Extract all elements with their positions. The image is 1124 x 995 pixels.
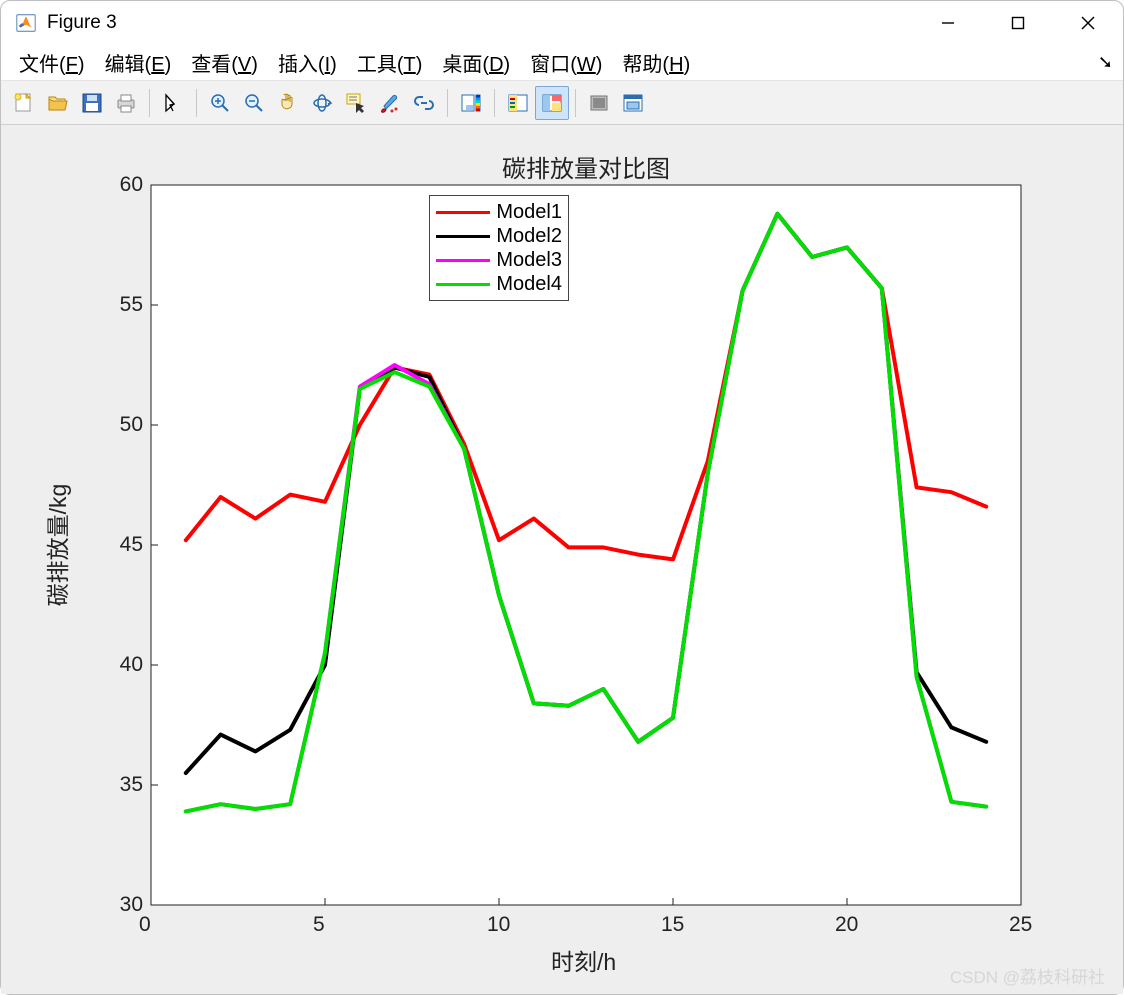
toolbar-open[interactable] (41, 86, 75, 120)
menu-i[interactable]: 插入(I) (268, 44, 347, 81)
legend-entry[interactable]: Model3 (436, 248, 562, 272)
toolbar-pan[interactable] (271, 86, 305, 120)
legend-entry[interactable]: Model2 (436, 224, 562, 248)
toolbar-brush[interactable] (373, 86, 407, 120)
ytick-label: 60 (109, 173, 143, 197)
legend-entry[interactable]: Model1 (436, 200, 562, 224)
xtick-label: 5 (313, 913, 325, 937)
watermark: CSDN @荔枝科研社 (950, 963, 1105, 988)
toolbar-save[interactable] (75, 86, 109, 120)
toolbar-zoom-out[interactable] (237, 86, 271, 120)
toolbar-edit-plot[interactable] (156, 86, 190, 120)
menu-t[interactable]: 工具(T) (347, 44, 433, 81)
ytick-label: 50 (109, 413, 143, 437)
window-title: Figure 3 (47, 12, 117, 34)
xtick-label: 10 (487, 913, 510, 937)
xtick-label: 15 (661, 913, 684, 937)
menu-f[interactable]: 文件(F) (9, 44, 95, 81)
toolbar-zoom-in[interactable] (203, 86, 237, 120)
minimize-button[interactable] (913, 1, 983, 45)
toolbar-separator (149, 89, 150, 117)
legend-label: Model4 (496, 273, 562, 296)
ylabel: 碳排放量/kg (39, 484, 73, 607)
menu-h[interactable]: 帮助(H) (612, 44, 700, 81)
xtick-label: 25 (1009, 913, 1032, 937)
titlebar: Figure 3 (1, 1, 1123, 45)
menu-w[interactable]: 窗口(W) (520, 44, 612, 81)
legend-label: Model2 (496, 225, 562, 248)
toolbar-plot-tools[interactable] (535, 86, 569, 120)
legend-swatch (436, 259, 490, 262)
matlab-icon (15, 12, 37, 34)
toolbar (1, 81, 1123, 125)
toolbar-new-figure[interactable] (7, 86, 41, 120)
figure-window: Figure 3 文件(F)编辑(E)查看(V)插入(I)工具(T)桌面(D)窗… (0, 0, 1124, 995)
xtick-label: 20 (835, 913, 858, 937)
legend-swatch (436, 211, 490, 214)
toolbar-separator (575, 89, 576, 117)
menu-e[interactable]: 编辑(E) (95, 44, 182, 81)
legend[interactable]: Model1Model2Model3Model4 (429, 195, 569, 301)
ytick-label: 55 (109, 293, 143, 317)
toolbar-link[interactable] (407, 86, 441, 120)
legend-entry[interactable]: Model4 (436, 272, 562, 296)
toolbar-dock[interactable] (616, 86, 650, 120)
legend-swatch (436, 283, 490, 286)
ytick-label: 45 (109, 533, 143, 557)
toolbar-separator (196, 89, 197, 117)
toolbar-separator (447, 89, 448, 117)
toolbar-data-cursor[interactable] (339, 86, 373, 120)
dock-arrow-icon[interactable]: ➘ (1098, 52, 1113, 73)
toolbar-hide-plot-tools[interactable] (582, 86, 616, 120)
toolbar-rotate-3d[interactable] (305, 86, 339, 120)
menu-v[interactable]: 查看(V) (181, 44, 268, 81)
toolbar-insert-colorbar[interactable] (454, 86, 488, 120)
figure-area: 碳排放量对比图 Model1Model2Model3Model4 CSDN @荔… (1, 125, 1123, 994)
toolbar-print[interactable] (109, 86, 143, 120)
legend-label: Model3 (496, 249, 562, 272)
toolbar-insert-legend[interactable] (501, 86, 535, 120)
xlabel: 时刻/h (551, 943, 616, 977)
ytick-label: 40 (109, 653, 143, 677)
maximize-button[interactable] (983, 1, 1053, 45)
menu-d[interactable]: 桌面(D) (432, 44, 520, 81)
menubar: 文件(F)编辑(E)查看(V)插入(I)工具(T)桌面(D)窗口(W)帮助(H)… (1, 45, 1123, 81)
ytick-label: 30 (109, 893, 143, 917)
legend-swatch (436, 235, 490, 238)
legend-label: Model1 (496, 201, 562, 224)
chart-title: 碳排放量对比图 (502, 149, 670, 184)
ytick-label: 35 (109, 773, 143, 797)
close-button[interactable] (1053, 1, 1123, 45)
toolbar-separator (494, 89, 495, 117)
